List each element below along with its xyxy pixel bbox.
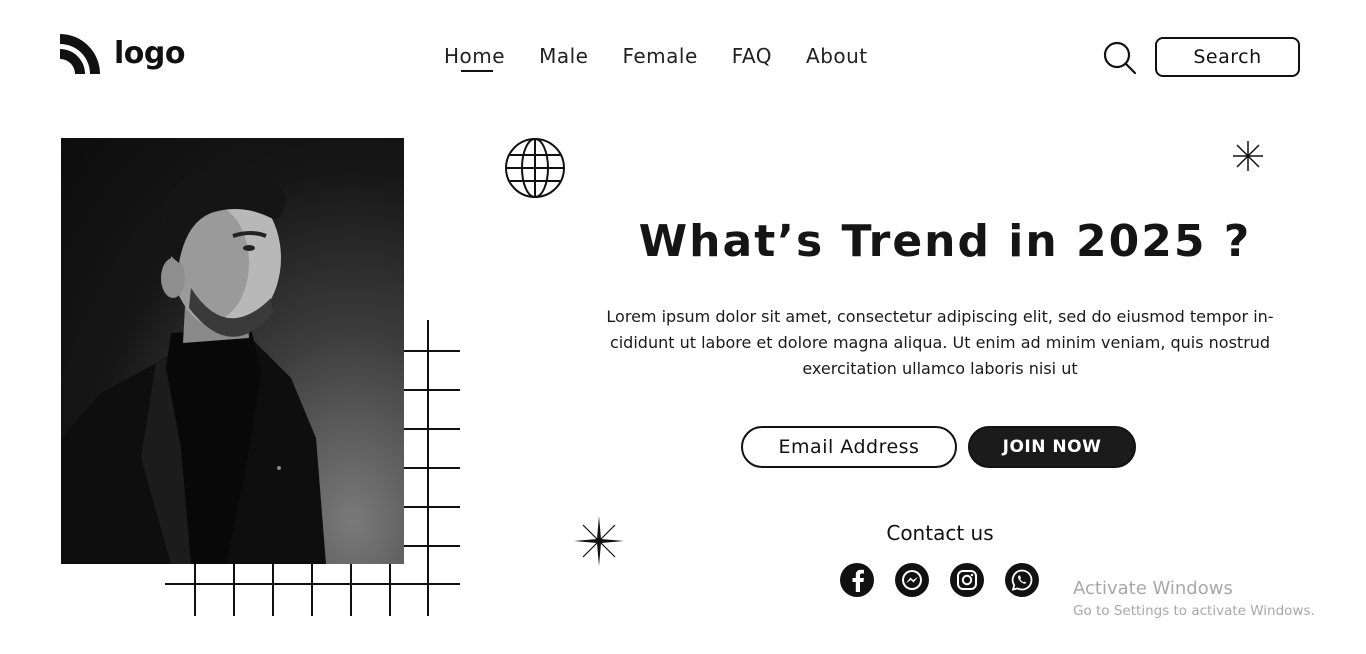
watermark-title: Activate Windows — [1073, 578, 1233, 599]
sparkle-icon — [574, 516, 624, 566]
join-now-button[interactable]: JOIN NOW — [968, 426, 1136, 468]
instagram-icon[interactable] — [950, 563, 984, 597]
nav-about[interactable]: About — [806, 44, 868, 68]
whatsapp-icon[interactable] — [1005, 563, 1039, 597]
grid-decoration — [165, 320, 460, 616]
nav-faq[interactable]: FAQ — [732, 44, 772, 68]
search-icon[interactable] — [1102, 40, 1138, 76]
nav-female[interactable]: Female — [622, 44, 697, 68]
main-nav: Home Male Female FAQ About — [444, 44, 868, 72]
hero-description: Lorem ipsum dolor sit amet, consectetur … — [606, 307, 1274, 378]
contact-title: Contact us — [886, 521, 994, 545]
rss-logo-icon — [60, 34, 100, 74]
nav-home[interactable]: Home — [444, 44, 505, 72]
messenger-icon[interactable] — [895, 563, 929, 597]
sparkle-icon — [1233, 141, 1263, 171]
search-button[interactable]: Search — [1155, 37, 1300, 77]
watermark-subtitle: Go to Settings to activate Windows. — [1073, 603, 1315, 619]
social-links — [840, 563, 1039, 597]
globe-icon — [505, 138, 565, 198]
windows-activation-watermark: Activate Windows Go to Settings to activ… — [1073, 578, 1315, 619]
hero-title: What’s Trend in 2025 ? — [638, 216, 1252, 267]
logo-text: logo — [114, 35, 185, 71]
facebook-icon[interactable] — [840, 563, 874, 597]
nav-male[interactable]: Male — [539, 44, 588, 68]
logo[interactable]: logo — [60, 32, 185, 74]
email-field[interactable] — [741, 426, 957, 468]
